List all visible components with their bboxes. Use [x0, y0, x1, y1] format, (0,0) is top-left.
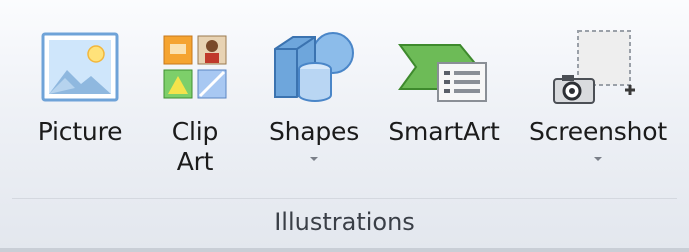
clip-art-button[interactable]: Clip Art	[150, 10, 240, 188]
chevron-down-icon[interactable]	[592, 155, 604, 163]
smartart-icon	[398, 17, 490, 117]
screenshot-icon	[550, 17, 646, 117]
shapes-button[interactable]: Shapes	[258, 10, 370, 188]
group-label: Illustrations	[274, 208, 415, 236]
clip-art-label-line-1: Clip	[171, 117, 219, 146]
chevron-down-icon[interactable]	[308, 155, 320, 163]
screenshot-label: Screenshot	[529, 117, 667, 146]
picture-label: Picture	[37, 117, 123, 146]
shapes-icon	[269, 17, 359, 117]
shapes-label: Shapes	[268, 117, 360, 146]
smartart-button[interactable]: SmartArt	[380, 10, 508, 188]
screenshot-button[interactable]: Screenshot	[514, 10, 682, 188]
clip-art-icon	[160, 17, 230, 117]
picture-icon	[41, 17, 119, 117]
smartart-label: SmartArt	[388, 117, 500, 146]
group-divider	[12, 198, 677, 199]
ribbon-group-illustrations: Picture Clip Art Shapes SmartArt Screens…	[0, 0, 689, 252]
picture-button[interactable]: Picture	[22, 10, 138, 188]
clip-art-label-line-2: Art	[176, 147, 214, 176]
